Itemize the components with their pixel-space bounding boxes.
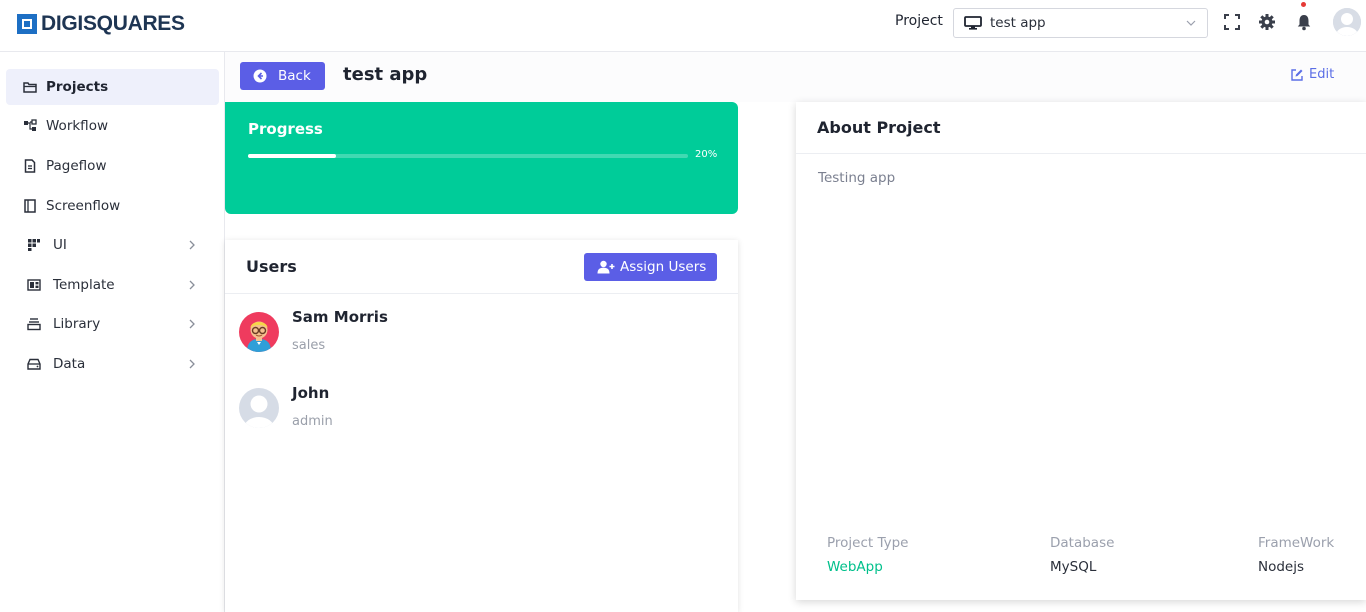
chevron-right-icon xyxy=(189,240,195,250)
template-icon xyxy=(27,279,41,291)
sidebar: Projects Workflow Pageflow Screenflow UI… xyxy=(0,52,225,612)
top-header: DIGISQUARES Project test app xyxy=(0,0,1366,52)
project-select-value: test app xyxy=(990,15,1046,31)
database-label: Database xyxy=(1050,535,1115,551)
edit-button[interactable]: Edit xyxy=(1290,67,1334,82)
bell-icon[interactable] xyxy=(1295,13,1313,31)
monitor-icon xyxy=(964,16,982,30)
user-name: Sam Morris xyxy=(292,308,388,326)
framework-field: FrameWork Nodejs xyxy=(1258,535,1334,575)
sidebar-item-label: Workflow xyxy=(46,118,108,134)
user-avatar[interactable] xyxy=(1333,8,1361,36)
drive-icon xyxy=(27,358,41,370)
back-button[interactable]: Back xyxy=(240,62,325,90)
fullscreen-icon[interactable] xyxy=(1223,13,1241,31)
progress-bar xyxy=(248,154,688,158)
framework-value: Nodejs xyxy=(1258,559,1305,575)
progress-card: Progress 20% xyxy=(225,102,738,214)
sidebar-item-screenflow[interactable]: Screenflow xyxy=(6,188,219,224)
users-card-header: Users Assign Users xyxy=(225,240,738,294)
brand-name: DIGISQUARES xyxy=(41,12,185,35)
about-project-header: About Project xyxy=(796,102,1366,154)
sidebar-item-label: Projects xyxy=(46,79,109,95)
user-role: admin xyxy=(292,414,333,429)
chevron-right-icon xyxy=(189,280,195,290)
page-title: test app xyxy=(343,64,428,85)
sidebar-item-ui[interactable]: UI xyxy=(6,227,219,263)
avatar-silhouette-icon xyxy=(239,388,279,428)
project-label: Project xyxy=(895,13,943,29)
users-title: Users xyxy=(246,257,297,276)
project-description: Testing app xyxy=(818,170,896,186)
folder-icon xyxy=(23,82,37,93)
sidebar-item-workflow[interactable]: Workflow xyxy=(6,108,219,144)
about-project-title: About Project xyxy=(817,118,941,137)
gear-icon[interactable] xyxy=(1258,13,1276,31)
sidebar-item-label: Screenflow xyxy=(46,198,121,214)
chevron-down-icon xyxy=(1186,20,1196,26)
edit-icon xyxy=(1291,68,1303,81)
assign-users-button[interactable]: Assign Users xyxy=(584,253,717,281)
cartoon-avatar-icon xyxy=(239,312,279,352)
chevron-right-icon xyxy=(189,319,195,329)
progress-bar-fill xyxy=(248,154,336,158)
about-project-card: About Project Testing app Project Type W… xyxy=(796,102,1366,600)
project-select[interactable]: test app xyxy=(953,8,1208,38)
list-item[interactable]: John admin xyxy=(225,384,738,454)
sidebar-item-projects[interactable]: Projects xyxy=(6,69,219,105)
user-role: sales xyxy=(292,338,326,353)
avatar xyxy=(239,312,279,352)
arrow-left-circle-icon xyxy=(253,69,267,83)
avatar-silhouette-icon xyxy=(1333,8,1361,36)
avatar xyxy=(239,388,279,428)
book-icon xyxy=(24,199,36,213)
assign-users-label: Assign Users xyxy=(620,259,707,275)
logo-icon xyxy=(17,14,37,34)
sidebar-item-data[interactable]: Data xyxy=(6,346,219,382)
user-plus-icon xyxy=(597,260,615,274)
brand-logo[interactable]: DIGISQUARES xyxy=(17,12,185,36)
library-icon xyxy=(27,318,41,331)
grid-icon xyxy=(28,239,40,251)
sidebar-item-library[interactable]: Library xyxy=(6,306,219,342)
sidebar-item-label: UI xyxy=(53,237,67,253)
progress-value: 20% xyxy=(695,149,718,160)
database-value: MySQL xyxy=(1050,559,1097,575)
progress-title: Progress xyxy=(248,120,323,138)
sidebar-item-template[interactable]: Template xyxy=(6,267,219,303)
database-field: Database MySQL xyxy=(1050,535,1114,575)
workflow-icon xyxy=(24,119,37,131)
project-type-label: Project Type xyxy=(827,535,909,551)
list-item[interactable]: Sam Morris sales xyxy=(225,308,738,378)
edit-label: Edit xyxy=(1309,67,1335,82)
sidebar-item-label: Template xyxy=(53,277,115,293)
sidebar-item-label: Library xyxy=(53,316,101,332)
users-card: Users Assign Users Sam Morris sales John… xyxy=(225,240,738,612)
project-type-field: Project Type WebApp xyxy=(827,535,909,575)
chevron-right-icon xyxy=(189,359,195,369)
sidebar-item-pageflow[interactable]: Pageflow xyxy=(6,148,219,184)
sidebar-item-label: Data xyxy=(53,356,86,372)
framework-label: FrameWork xyxy=(1258,535,1335,551)
back-button-label: Back xyxy=(278,68,311,84)
page-icon xyxy=(24,159,36,173)
notification-dot xyxy=(1301,2,1306,7)
sidebar-item-label: Pageflow xyxy=(46,158,107,174)
user-name: John xyxy=(292,384,330,402)
project-type-value: WebApp xyxy=(827,559,883,575)
